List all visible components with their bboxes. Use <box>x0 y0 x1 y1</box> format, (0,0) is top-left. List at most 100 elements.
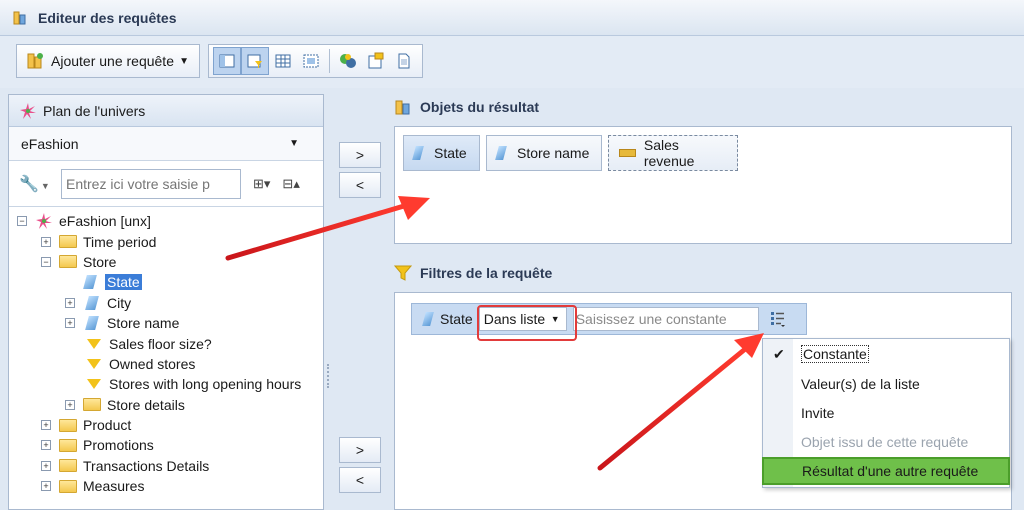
remove-from-results-button[interactable]: < <box>339 172 381 198</box>
expand-icon[interactable]: + <box>65 297 75 308</box>
collapse-all-icon[interactable]: ⊟▴ <box>282 176 299 192</box>
tree-item-sales-floor-size[interactable]: Sales floor size? <box>9 333 323 353</box>
data-preview-view-button[interactable] <box>269 47 297 75</box>
wrench-icon[interactable]: 🔧 ▼ <box>19 174 51 194</box>
chip-label: Sales revenue <box>643 137 695 169</box>
query-properties-button[interactable] <box>362 47 390 75</box>
folder-icon <box>59 479 77 493</box>
remove-from-filters-button[interactable]: < <box>339 467 381 493</box>
universe-icon <box>20 102 36 119</box>
result-chip-sales-revenue[interactable]: Sales revenue <box>608 135 738 171</box>
query-filters-title: Filtres de la requête <box>420 265 553 281</box>
tree-item-store[interactable]: − Store <box>9 252 323 272</box>
tree-item-owned-stores[interactable]: Owned stores <box>9 354 323 374</box>
menu-item-object-from-query: Objet issu de cette requête <box>763 428 1009 456</box>
document-icon <box>398 53 410 69</box>
expand-icon[interactable]: + <box>41 481 51 492</box>
filter-icon <box>394 265 412 281</box>
chip-label: State <box>434 145 467 161</box>
chevron-down-icon[interactable]: ▼ <box>179 56 189 67</box>
tree-item-label: Sales floor size? <box>109 335 212 352</box>
expand-all-icon[interactable]: ⊞▾ <box>253 176 270 192</box>
add-to-filters-button[interactable]: > <box>339 437 381 463</box>
filter-row: State Dans liste ▼ Saisissez une constan… <box>411 303 807 335</box>
filter-object-label: State <box>440 311 473 327</box>
add-query-icon <box>27 53 43 69</box>
result-objects-icon <box>395 100 410 115</box>
menu-item-list-values[interactable]: Valeur(s) de la liste <box>763 370 1009 398</box>
search-input[interactable] <box>61 168 241 199</box>
tree-item-store-details[interactable]: + Store details <box>9 395 323 415</box>
grid-icon <box>275 54 291 68</box>
expand-icon[interactable]: + <box>41 460 51 471</box>
tree-item-label: Transactions Details <box>83 457 210 474</box>
chip-label: Store name <box>517 145 590 161</box>
tree-root-label: eFashion [unx] <box>59 213 151 230</box>
folder-icon <box>59 235 77 249</box>
menu-item-constant[interactable]: ✔ Constante <box>763 340 1009 368</box>
collapse-icon[interactable]: − <box>41 256 51 267</box>
add-query-button[interactable]: Ajouter une requête ▼ <box>16 44 200 78</box>
result-chip-state[interactable]: State <box>403 135 480 171</box>
dimension-icon <box>83 275 97 290</box>
folder-icon <box>59 438 77 452</box>
tree-item-label: Store <box>83 253 117 270</box>
tree-item-time-period[interactable]: + Time period <box>9 231 323 251</box>
universe-name: eFashion <box>21 135 79 152</box>
scope-icon <box>303 54 319 68</box>
chevron-down-icon[interactable]: ▼ <box>289 138 299 149</box>
tree-item-city[interactable]: + City <box>9 293 323 313</box>
universe-outline-title: Plan de l'univers <box>43 102 146 119</box>
dimension-icon <box>85 316 99 331</box>
filter-pane-icon <box>247 54 262 68</box>
filter-pane-view-button[interactable] <box>241 47 269 75</box>
expand-icon[interactable]: + <box>65 318 75 329</box>
constant-input[interactable]: Saisissez une constante <box>572 307 759 331</box>
result-objects-title: Objets du résultat <box>420 99 540 115</box>
panel-splitter[interactable] <box>324 94 332 510</box>
tree-item-label: Store name <box>107 315 180 332</box>
add-query-label: Ajouter une requête <box>51 53 174 69</box>
tree-item-label: State <box>105 274 142 291</box>
menu-item-label: Objet issu de cette requête <box>801 434 969 450</box>
universe-selector[interactable]: eFashion ▼ <box>9 127 323 161</box>
tree-item-label: Store details <box>107 396 185 413</box>
expand-icon[interactable]: + <box>41 440 51 451</box>
measure-icon <box>619 149 636 157</box>
result-objects-pane[interactable]: State Store name Sales revenue <box>394 126 1012 244</box>
combine-icon <box>340 54 356 68</box>
menu-item-label: Invite <box>801 405 835 421</box>
universe-icon <box>36 213 52 230</box>
view-script-button[interactable] <box>390 47 418 75</box>
tree-item-store-name[interactable]: + Store name <box>9 313 323 333</box>
tree-item-promotions[interactable]: + Promotions <box>9 435 323 455</box>
universe-outline-view-button[interactable] <box>213 47 241 75</box>
tree-item-label: Time period <box>83 233 157 250</box>
tree-item-product[interactable]: + Product <box>9 415 323 435</box>
tree-item-label: City <box>107 294 132 311</box>
add-to-results-button[interactable]: > <box>339 142 381 168</box>
result-chip-store-name[interactable]: Store name <box>486 135 602 171</box>
expand-icon[interactable]: + <box>65 399 75 410</box>
tree-item-measures[interactable]: + Measures <box>9 476 323 496</box>
expand-icon[interactable]: + <box>41 420 51 431</box>
scope-view-button[interactable] <box>297 47 325 75</box>
expand-icon[interactable]: + <box>41 236 51 247</box>
tree-item-state[interactable]: State <box>9 272 323 292</box>
tree-root[interactable]: − eFashion [unx] <box>9 211 323 231</box>
operand-type-button[interactable] <box>765 307 791 331</box>
folder-icon <box>83 398 101 412</box>
collapse-icon[interactable]: − <box>17 216 27 227</box>
tree-item-transactions-details[interactable]: + Transactions Details <box>9 456 323 476</box>
tree-item-label: Owned stores <box>109 355 196 372</box>
tree-item-stores-long-hours[interactable]: Stores with long opening hours <box>9 374 323 394</box>
folder-icon <box>59 418 77 432</box>
combined-query-button[interactable] <box>334 47 362 75</box>
menu-item-prompt[interactable]: Invite <box>763 399 1009 427</box>
filter-icon <box>87 338 101 349</box>
menu-item-result-other-query[interactable]: Résultat d'une autre requête <box>762 457 1010 485</box>
universe-tree: − eFashion [unx] + Time period − Store S… <box>9 207 323 496</box>
dimension-icon <box>412 146 424 160</box>
search-row: 🔧▼ ⊞▾ ⊟▴ <box>9 161 323 207</box>
folder-icon <box>59 459 77 473</box>
